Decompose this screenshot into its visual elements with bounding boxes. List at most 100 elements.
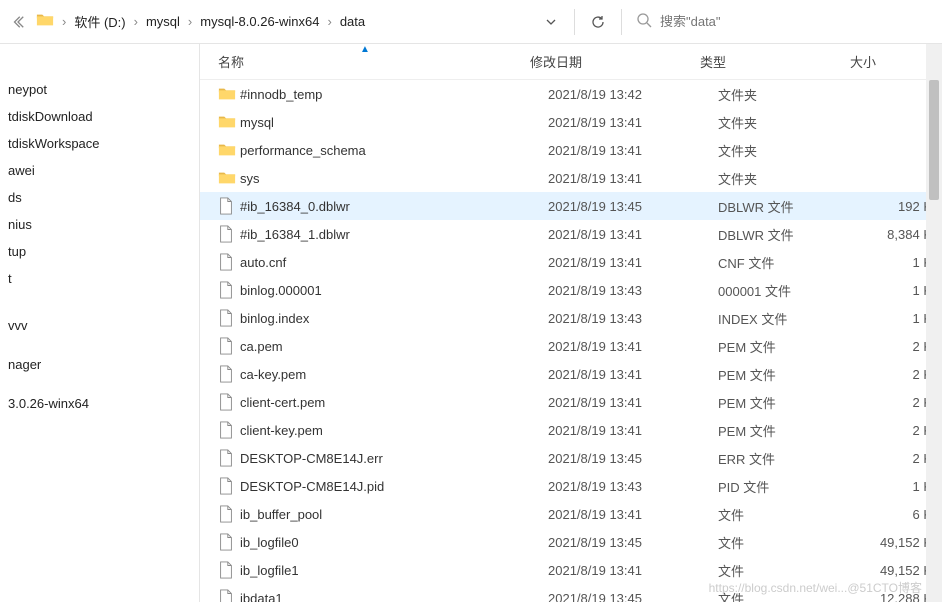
search-input[interactable] (660, 14, 920, 29)
file-name: sys (240, 171, 548, 186)
scroll-thumb[interactable] (929, 80, 939, 200)
file-type: 文件夹 (718, 141, 868, 160)
refresh-button[interactable] (583, 7, 613, 37)
file-row[interactable]: auto.cnf2021/8/19 13:41CNF 文件1 K (200, 248, 942, 276)
sidebar-item[interactable]: tdiskWorkspace (0, 130, 199, 157)
file-name: #ib_16384_0.dblwr (240, 199, 548, 214)
file-name: client-key.pem (240, 423, 548, 438)
file-type: PEM 文件 (718, 365, 868, 384)
file-row[interactable]: mysql2021/8/19 13:41文件夹 (200, 108, 942, 136)
file-icon (218, 337, 240, 355)
sidebar-item[interactable]: nius (0, 211, 199, 238)
sidebar-item[interactable]: neypot (0, 76, 199, 103)
file-date: 2021/8/19 13:41 (548, 395, 718, 410)
file-name: performance_schema (240, 143, 548, 158)
divider (574, 9, 575, 35)
file-icon (218, 533, 240, 551)
file-list[interactable]: #innodb_temp2021/8/19 13:42文件夹mysql2021/… (200, 80, 942, 602)
file-date: 2021/8/19 13:41 (548, 255, 718, 270)
file-type: DBLWR 文件 (718, 197, 868, 216)
vertical-scrollbar[interactable] (926, 44, 942, 602)
file-row[interactable]: #ib_16384_1.dblwr2021/8/19 13:41DBLWR 文件… (200, 220, 942, 248)
file-date: 2021/8/19 13:42 (548, 87, 718, 102)
file-row[interactable]: performance_schema2021/8/19 13:41文件夹 (200, 136, 942, 164)
file-date: 2021/8/19 13:41 (548, 171, 718, 186)
sidebar-item[interactable]: ds (0, 184, 199, 211)
sidebar-item (0, 378, 199, 390)
file-type: 文件 (718, 533, 868, 552)
file-type: 文件夹 (718, 169, 868, 188)
file-type: PEM 文件 (718, 337, 868, 356)
file-date: 2021/8/19 13:41 (548, 143, 718, 158)
file-name: ca-key.pem (240, 367, 548, 382)
file-icon (218, 253, 240, 271)
sort-indicator-icon: ▲ (360, 44, 370, 55)
sidebar-item[interactable]: nager (0, 351, 199, 378)
chevron-right-icon[interactable]: › (186, 14, 194, 29)
file-name: DESKTOP-CM8E14J.err (240, 451, 548, 466)
file-name: ib_logfile0 (240, 535, 548, 550)
sidebar-item[interactable]: tup (0, 238, 199, 265)
file-name: auto.cnf (240, 255, 548, 270)
folder-icon (218, 85, 240, 103)
file-date: 2021/8/19 13:41 (548, 115, 718, 130)
crumb-item[interactable]: 软件 (D:) (68, 12, 131, 31)
search-box[interactable] (628, 7, 928, 37)
nav-back-icon[interactable] (4, 8, 32, 36)
chevron-right-icon[interactable]: › (132, 14, 140, 29)
file-date: 2021/8/19 13:41 (548, 563, 718, 578)
file-pane: ▲ 名称 修改日期 类型 大小 #innodb_temp2021/8/19 13… (200, 44, 942, 602)
file-row[interactable]: ca.pem2021/8/19 13:41PEM 文件2 K (200, 332, 942, 360)
crumb-item[interactable]: mysql (140, 14, 186, 29)
file-date: 2021/8/19 13:43 (548, 283, 718, 298)
file-date: 2021/8/19 13:41 (548, 339, 718, 354)
file-row[interactable]: sys2021/8/19 13:41文件夹 (200, 164, 942, 192)
file-name: ib_logfile1 (240, 563, 548, 578)
file-row[interactable]: DESKTOP-CM8E14J.pid2021/8/19 13:43PID 文件… (200, 472, 942, 500)
divider (621, 9, 622, 35)
file-row[interactable]: ib_logfile02021/8/19 13:45文件49,152 K (200, 528, 942, 556)
file-row[interactable]: DESKTOP-CM8E14J.err2021/8/19 13:45ERR 文件… (200, 444, 942, 472)
file-icon (218, 309, 240, 327)
breadcrumb[interactable]: › 软件 (D:) › mysql › mysql-8.0.26-winx64 … (32, 0, 534, 43)
crumb-item[interactable]: mysql-8.0.26-winx64 (194, 14, 325, 29)
file-type: INDEX 文件 (718, 309, 868, 328)
file-icon (218, 421, 240, 439)
sidebar-item[interactable]: t (0, 265, 199, 292)
column-header-date[interactable]: 修改日期 (530, 52, 700, 71)
file-row[interactable]: client-cert.pem2021/8/19 13:41PEM 文件2 K (200, 388, 942, 416)
file-icon (218, 197, 240, 215)
file-type: 文件夹 (718, 85, 868, 104)
file-type: 文件 (718, 589, 868, 602)
sidebar-item[interactable]: tdiskDownload (0, 103, 199, 130)
file-icon (218, 505, 240, 523)
file-row[interactable]: #innodb_temp2021/8/19 13:42文件夹 (200, 80, 942, 108)
file-row[interactable]: ib_buffer_pool2021/8/19 13:41文件6 K (200, 500, 942, 528)
file-date: 2021/8/19 13:41 (548, 227, 718, 242)
file-icon (218, 477, 240, 495)
chevron-right-icon[interactable]: › (60, 14, 68, 29)
history-dropdown-button[interactable] (536, 7, 566, 37)
file-date: 2021/8/19 13:45 (548, 451, 718, 466)
file-row[interactable]: ibdata12021/8/19 13:45文件12,288 K (200, 584, 942, 602)
file-row[interactable]: binlog.0000012021/8/19 13:43000001 文件1 K (200, 276, 942, 304)
column-header-type[interactable]: 类型 (700, 52, 850, 71)
crumb-item[interactable]: data (334, 14, 371, 29)
file-row[interactable]: ib_logfile12021/8/19 13:41文件49,152 K (200, 556, 942, 584)
sidebar-item[interactable]: 3.0.26-winx64 (0, 390, 199, 417)
file-type: 文件 (718, 505, 868, 524)
file-row[interactable]: binlog.index2021/8/19 13:43INDEX 文件1 K (200, 304, 942, 332)
file-date: 2021/8/19 13:41 (548, 507, 718, 522)
sidebar-item[interactable]: awei (0, 157, 199, 184)
file-date: 2021/8/19 13:45 (548, 199, 718, 214)
column-header-row: ▲ 名称 修改日期 类型 大小 (200, 44, 942, 80)
file-row[interactable]: client-key.pem2021/8/19 13:41PEM 文件2 K (200, 416, 942, 444)
chevron-right-icon[interactable]: › (325, 14, 333, 29)
file-row[interactable]: ca-key.pem2021/8/19 13:41PEM 文件2 K (200, 360, 942, 388)
file-name: #innodb_temp (240, 87, 548, 102)
file-icon (218, 589, 240, 602)
file-row[interactable]: #ib_16384_0.dblwr2021/8/19 13:45DBLWR 文件… (200, 192, 942, 220)
file-name: ca.pem (240, 339, 548, 354)
sidebar-item[interactable]: vvv (0, 312, 199, 339)
file-type: 000001 文件 (718, 281, 868, 300)
